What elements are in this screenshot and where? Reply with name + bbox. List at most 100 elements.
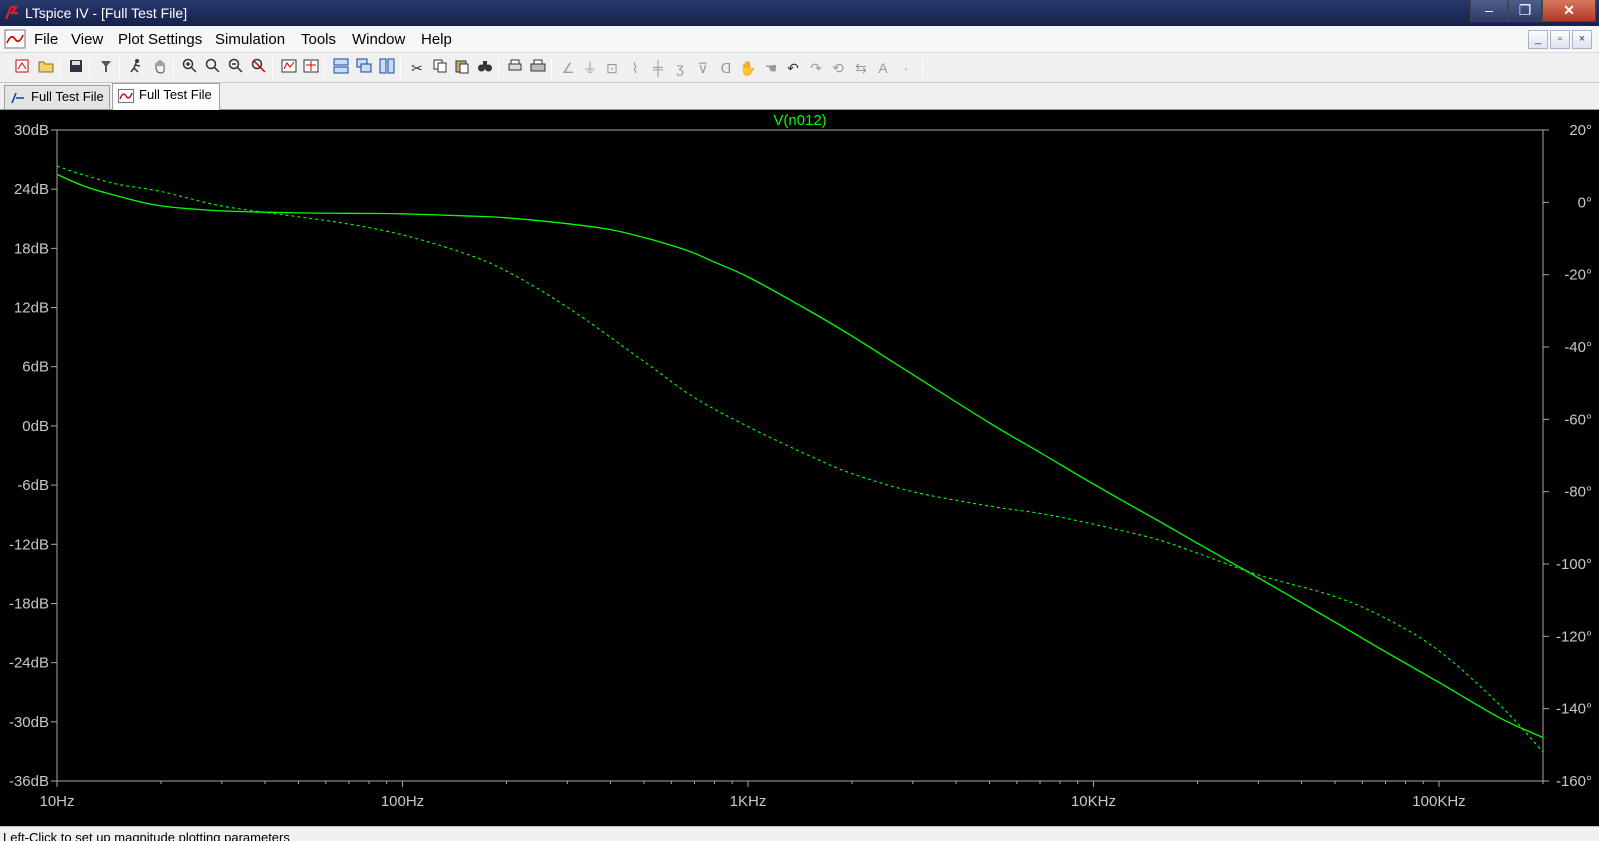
plot-settings-icon[interactable] xyxy=(301,58,321,78)
menu-view[interactable]: View xyxy=(71,31,103,48)
tab-bar: Full Test File Full Test File xyxy=(0,83,1599,110)
y-right-tick-label: -80° xyxy=(1564,484,1592,501)
x-tick-label: 100KHz xyxy=(1412,793,1465,810)
find-icon[interactable] xyxy=(475,58,495,78)
tab-waveform[interactable]: Full Test File xyxy=(112,83,220,110)
control-panel-icon[interactable] xyxy=(96,58,116,78)
y-left-tick-label: -12dB xyxy=(9,536,49,553)
mdi-restore-button[interactable]: ▫ xyxy=(1550,30,1570,49)
tab-label: Full Test File xyxy=(139,87,212,102)
run-icon[interactable] xyxy=(126,58,146,78)
close-button[interactable]: ✕ xyxy=(1542,0,1596,22)
capacitor-icon[interactable]: ╪ xyxy=(648,58,668,78)
y-right-tick-label: -40° xyxy=(1564,339,1592,356)
status-text: Left-Click to set up magnitude plotting … xyxy=(3,830,290,841)
y-left-tick-label: -6dB xyxy=(17,477,49,494)
zoom-out-icon[interactable] xyxy=(226,58,246,78)
y-right-tick-label: -60° xyxy=(1564,411,1592,428)
y-right-tick-label: -20° xyxy=(1564,267,1592,284)
title-bar: LTspice IV - [Full Test File] ‒ ❐ ✕ xyxy=(0,0,1599,26)
mdi-close-icon: × xyxy=(1578,33,1586,45)
y-left-tick-label: 18dB xyxy=(14,240,49,257)
cut-icon[interactable]: ✂ xyxy=(407,58,427,78)
menu-tools[interactable]: Tools xyxy=(301,31,336,48)
menu-simulation[interactable]: Simulation xyxy=(215,31,285,48)
rotate-icon[interactable]: ⟲ xyxy=(828,58,848,78)
plot-axes: 30dB 24dB 18dB 12dB 6dB 0dB -6dB -12dB -18dB -24d… xyxy=(9,122,1592,810)
paste-icon[interactable] xyxy=(452,58,472,78)
phase-trace xyxy=(56,165,1544,753)
resistor-icon[interactable]: ⌇ xyxy=(625,58,645,78)
toolbar-separator xyxy=(400,58,401,78)
ground-icon[interactable]: ⏚ xyxy=(580,58,600,78)
y-left-tick-label: 24dB xyxy=(14,181,49,198)
cascade-icon[interactable] xyxy=(354,58,374,78)
waveform-window-icon[interactable] xyxy=(4,29,26,49)
status-bar: Left-Click to set up magnitude plotting … xyxy=(0,826,1599,841)
y-left-tick-label: 30dB xyxy=(14,122,49,139)
spice-directive-icon[interactable]: · xyxy=(896,58,916,78)
y-right-tick-label: 0° xyxy=(1578,194,1592,211)
plot-canvas[interactable]: 30dB 24dB 18dB 12dB 6dB 0dB -6dB -12dB -18dB -24d… xyxy=(0,110,1599,826)
text-icon[interactable]: A xyxy=(873,58,893,78)
diode-icon[interactable]: ⊽ xyxy=(693,58,713,78)
plot-traces xyxy=(56,165,1544,753)
mdi-restore-icon: ▫ xyxy=(1558,33,1562,45)
menu-plot-settings[interactable]: Plot Settings xyxy=(118,31,202,48)
y-left-tick-label: 6dB xyxy=(22,359,49,376)
toolbar-separator xyxy=(59,58,60,78)
menu-help[interactable]: Help xyxy=(421,31,452,48)
y-left-tick-label: 12dB xyxy=(14,300,49,317)
inductor-icon[interactable]: ʒ xyxy=(670,58,690,78)
mirror-icon[interactable]: ⇆ xyxy=(851,58,871,78)
x-tick-label: 100Hz xyxy=(381,793,424,810)
new-schematic-icon[interactable] xyxy=(12,58,32,78)
y-left-tick-label: 0dB xyxy=(22,418,49,435)
mdi-minimize-button[interactable]: _ xyxy=(1528,30,1548,49)
toolbar: ✂ ∠ ⏚ ⊡ ⌇ ╪ ʒ ⊽ ᗡ ✋ ☚ ↶ ↷ ⟲ ⇆ A · xyxy=(0,53,1599,83)
toolbar-separator xyxy=(498,58,499,78)
wire-icon[interactable]: ∠ xyxy=(558,58,578,78)
ltspice-logo-icon xyxy=(4,5,22,21)
component-icon[interactable]: ᗡ xyxy=(716,58,736,78)
move-icon[interactable]: ✋ xyxy=(738,58,758,78)
plot-frame xyxy=(56,129,1544,782)
waveform-plot[interactable]: 30dB 24dB 18dB 12dB 6dB 0dB -6dB -12dB -18dB -24d… xyxy=(0,110,1599,826)
menu-bar: File View Plot Settings Simulation Tools… xyxy=(0,26,1599,53)
copy-icon[interactable] xyxy=(430,58,450,78)
trace-name[interactable]: V(n012) xyxy=(773,112,826,129)
mdi-close-button[interactable]: × xyxy=(1572,30,1592,49)
toolbar-separator xyxy=(173,58,174,78)
toolbar-separator xyxy=(119,58,120,78)
maximize-button[interactable]: ❐ xyxy=(1508,0,1542,22)
zoom-in-icon[interactable] xyxy=(180,58,200,78)
y-right-tick-label: -100° xyxy=(1556,556,1592,573)
autorange-icon[interactable] xyxy=(279,58,299,78)
save-icon[interactable] xyxy=(66,58,86,78)
menu-file[interactable]: File xyxy=(34,31,58,48)
tile-vertical-icon[interactable] xyxy=(377,58,397,78)
y-left-tick-label: -36dB xyxy=(9,773,49,790)
pan-icon[interactable] xyxy=(150,58,170,78)
undo-icon[interactable]: ↶ xyxy=(783,58,803,78)
redo-icon[interactable]: ↷ xyxy=(806,58,826,78)
label-icon[interactable]: ⊡ xyxy=(602,58,622,78)
open-icon[interactable] xyxy=(36,58,56,78)
menu-window[interactable]: Window xyxy=(352,31,405,48)
drag-icon[interactable]: ☚ xyxy=(761,58,781,78)
y-left-tick-label: -24dB xyxy=(9,655,49,672)
y-right-tick-label: -120° xyxy=(1556,628,1592,645)
zoom-area-icon[interactable] xyxy=(203,58,223,78)
print-preview-icon[interactable] xyxy=(505,58,525,78)
close-icon: ✕ xyxy=(1563,2,1575,18)
schematic-icon xyxy=(10,90,26,104)
y-left-tick-label: -30dB xyxy=(9,714,49,731)
print-icon[interactable] xyxy=(528,58,548,78)
minimize-button[interactable]: ‒ xyxy=(1470,0,1508,22)
tile-horizontal-icon[interactable] xyxy=(331,58,351,78)
zoom-fit-icon[interactable] xyxy=(249,58,269,78)
tab-schematic[interactable]: Full Test File xyxy=(4,85,110,109)
maximize-icon: ❐ xyxy=(1518,2,1532,18)
y-right-tick-label: -140° xyxy=(1556,701,1592,718)
y-right-tick-label: -160° xyxy=(1556,773,1592,790)
